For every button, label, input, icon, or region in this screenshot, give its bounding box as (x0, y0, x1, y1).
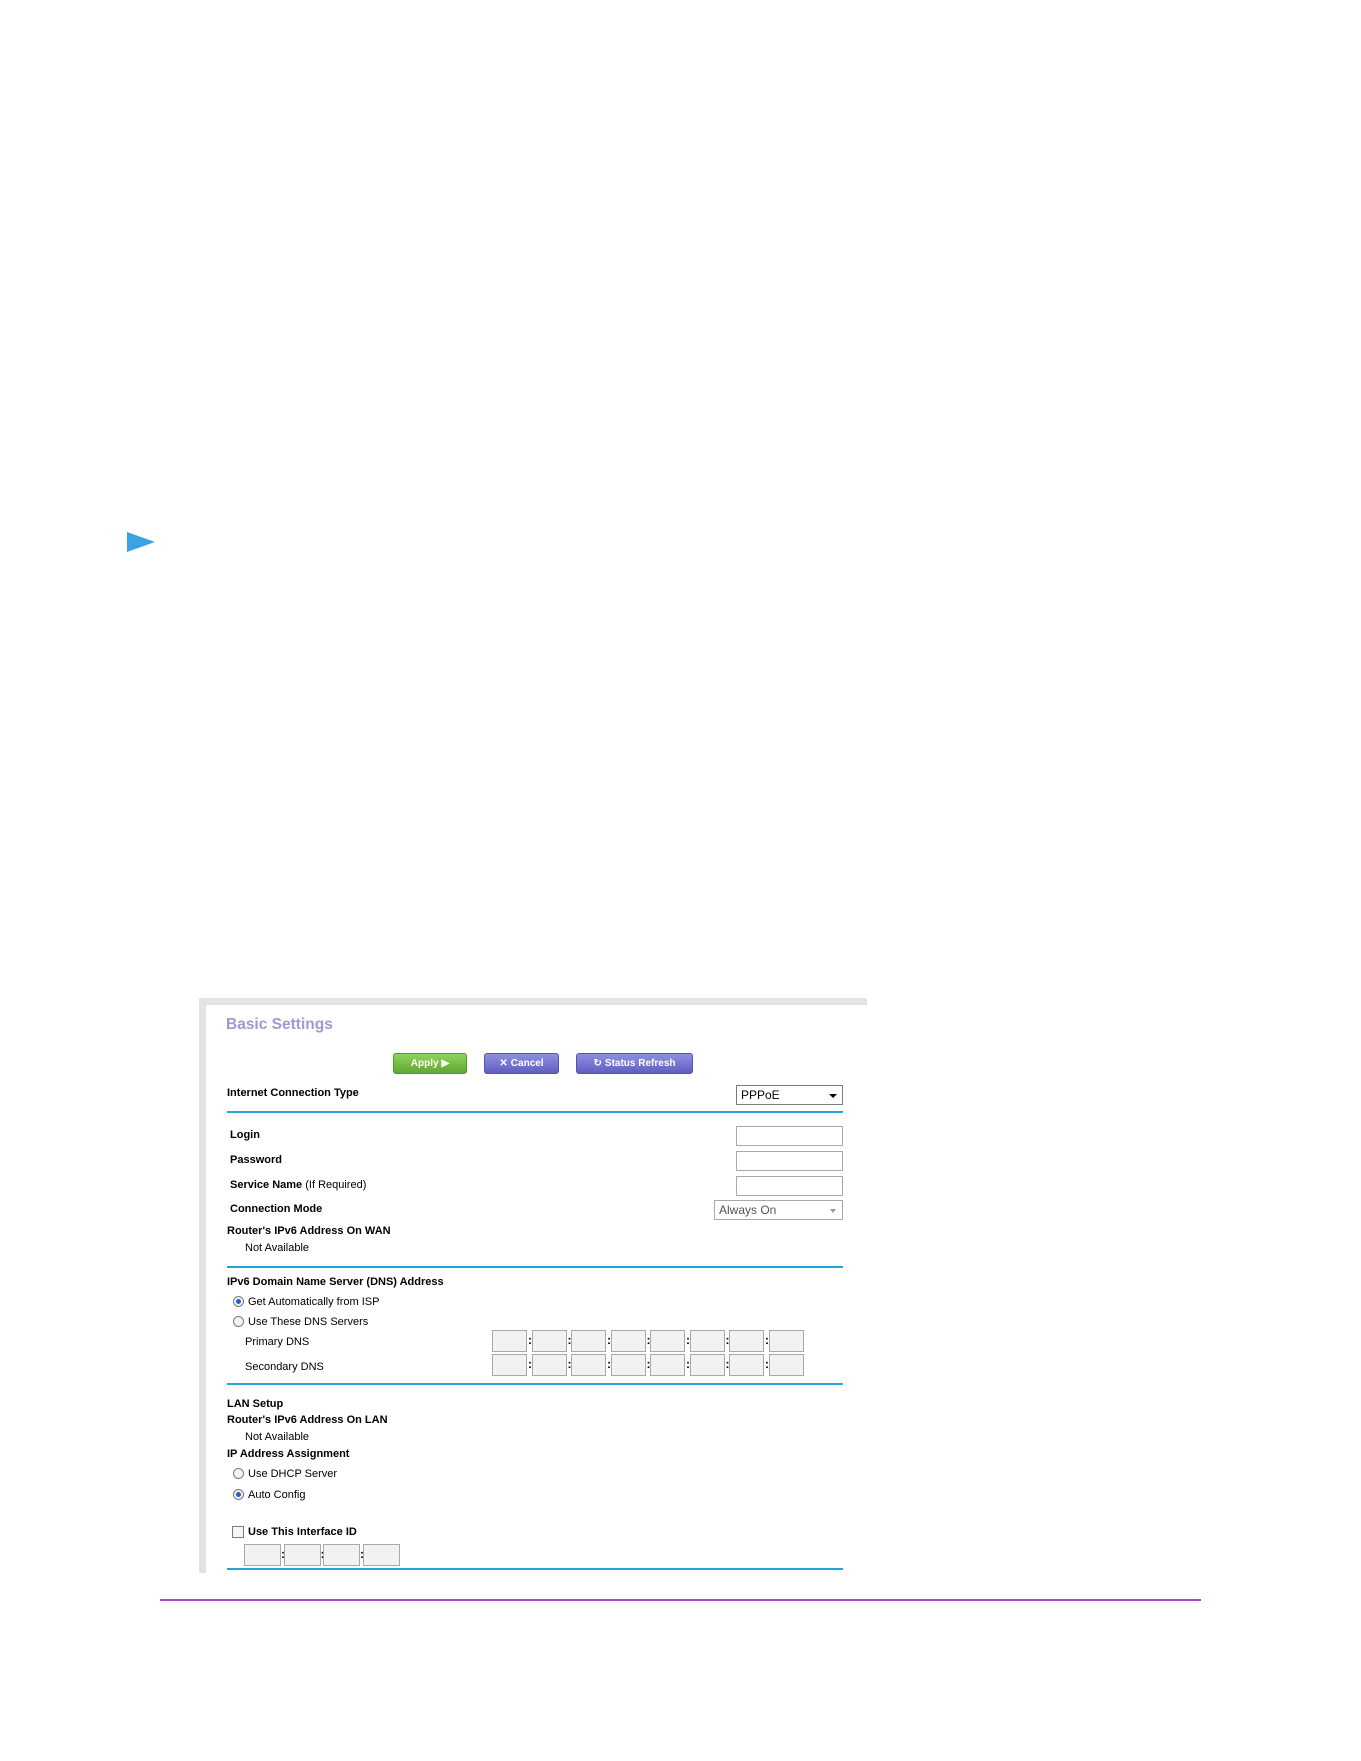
interface-id-segment-input[interactable] (244, 1544, 281, 1566)
refresh-icon: ↻ (593, 1058, 602, 1069)
close-icon: ✕ (499, 1058, 508, 1069)
apply-label: Apply (410, 1058, 439, 1069)
secondary-dns-label: Secondary DNS (245, 1361, 324, 1373)
play-icon: ▶ (441, 1058, 450, 1069)
secondary-dns-segment-input[interactable] (492, 1354, 527, 1376)
dhcp-server-radio[interactable] (233, 1468, 244, 1479)
cancel-button[interactable]: ✕ Cancel (484, 1053, 559, 1074)
divider (227, 1266, 843, 1268)
secondary-dns-segment-input[interactable] (650, 1354, 685, 1376)
ip-assignment-label: IP Address Assignment (227, 1448, 350, 1460)
primary-dns-segment-input[interactable] (610, 1330, 646, 1352)
connection-type-value: PPPoE (741, 1088, 780, 1102)
dns-heading: IPv6 Domain Name Server (DNS) Address (227, 1276, 444, 1288)
service-name-hint: (If Required) (305, 1179, 367, 1191)
primary-dns-segment-input[interactable] (768, 1330, 804, 1352)
interface-id-segment-input[interactable] (362, 1544, 400, 1566)
secondary-dns-segment-input[interactable] (729, 1354, 764, 1376)
lan-ipv6-label: Router's IPv6 Address On LAN (227, 1414, 388, 1426)
secondary-dns-segment-input[interactable] (768, 1354, 804, 1376)
login-input[interactable] (736, 1126, 843, 1146)
primary-dns-segment-input[interactable] (689, 1330, 725, 1352)
service-name-input[interactable] (736, 1176, 843, 1196)
service-name-label: Service Name (230, 1179, 303, 1191)
connection-mode-select[interactable]: Always On (714, 1200, 843, 1220)
connection-type-label: Internet Connection Type (227, 1087, 359, 1099)
service-name-label-row: Service Name (If Required) (230, 1179, 366, 1191)
cancel-label: Cancel (510, 1058, 544, 1069)
divider (227, 1568, 843, 1570)
page-title: Basic Settings (226, 1016, 333, 1033)
dns-auto-label: Get Automatically from ISP (248, 1296, 380, 1308)
connection-mode-value: Always On (719, 1203, 777, 1217)
chevron-down-icon (830, 1209, 836, 1213)
divider (227, 1111, 843, 1113)
primary-dns-segment-input[interactable] (492, 1330, 527, 1352)
primary-dns-segment-input[interactable] (650, 1330, 685, 1352)
auto-config-radio[interactable] (233, 1489, 244, 1500)
status-refresh-label: Status Refresh (604, 1058, 676, 1069)
secondary-dns-segment-input[interactable] (531, 1354, 567, 1376)
password-label: Password (230, 1154, 282, 1166)
footer-rule (160, 1599, 1201, 1601)
interface-id-label: Use This Interface ID (248, 1526, 357, 1538)
password-input[interactable] (736, 1151, 843, 1171)
lan-setup-heading: LAN Setup (227, 1398, 284, 1410)
chevron-down-icon (829, 1094, 837, 1098)
connection-type-select[interactable]: PPPoE (736, 1085, 843, 1105)
divider (227, 1383, 843, 1385)
dns-auto-radio[interactable] (233, 1296, 244, 1307)
status-refresh-button[interactable]: ↻ Status Refresh (576, 1053, 693, 1074)
dns-manual-label: Use These DNS Servers (248, 1316, 369, 1328)
wan-ipv6-value: Not Available (245, 1242, 310, 1254)
primary-dns-segment-input[interactable] (729, 1330, 764, 1352)
secondary-dns-segment-input[interactable] (571, 1354, 606, 1376)
secondary-dns-segment-input[interactable] (610, 1354, 646, 1376)
login-label: Login (230, 1129, 260, 1141)
dns-manual-radio[interactable] (233, 1316, 244, 1327)
auto-config-label: Auto Config (248, 1489, 306, 1501)
interface-id-segment-input[interactable] (283, 1544, 321, 1566)
secondary-dns-segment-input[interactable] (689, 1354, 725, 1376)
primary-dns-segment-input[interactable] (531, 1330, 567, 1352)
wan-ipv6-label: Router's IPv6 Address On WAN (227, 1225, 391, 1237)
interface-id-segment-input[interactable] (323, 1544, 360, 1566)
apply-button[interactable]: Apply ▶ (393, 1053, 467, 1074)
primary-dns-segment-input[interactable] (571, 1330, 606, 1352)
dhcp-server-label: Use DHCP Server (248, 1468, 338, 1480)
interface-id-checkbox[interactable] (232, 1526, 244, 1538)
connection-mode-label: Connection Mode (230, 1203, 323, 1215)
primary-dns-label: Primary DNS (245, 1336, 310, 1348)
lan-ipv6-value: Not Available (245, 1431, 310, 1443)
basic-settings-screenshot: Basic Settings Apply ▶ ✕ Cancel ↻ Status… (199, 998, 867, 1573)
section-arrow-icon (127, 532, 155, 552)
